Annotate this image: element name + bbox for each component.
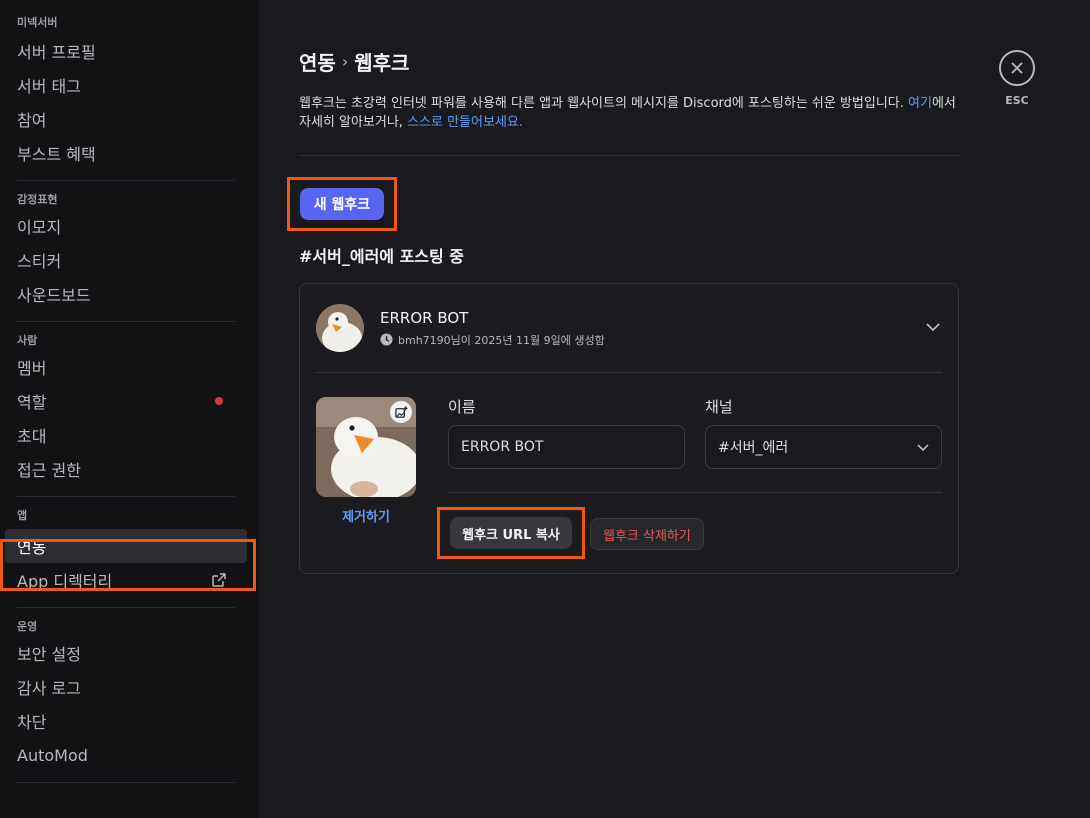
delete-webhook-button[interactable]: 웹후크 삭제하기: [590, 518, 704, 550]
sidebar-item-stickers[interactable]: 스티커: [5, 243, 247, 277]
highlight-box: 웹후크 URL 복사: [437, 507, 585, 559]
sidebar-item-label: 사운드보드: [17, 286, 91, 305]
chevron-down-icon[interactable]: [924, 318, 942, 336]
name-label: 이름: [448, 398, 476, 416]
sidebar-item-label: 감사 로그: [17, 679, 81, 698]
close-icon: [1011, 62, 1023, 74]
sidebar-item-label: 서버 프로필: [17, 43, 96, 62]
webhook-created-meta: bmh7190님이 2025년 11월 9일에 생성함: [398, 333, 605, 347]
new-webhook-button[interactable]: 새 웹후크: [299, 188, 385, 220]
sidebar-item-server-profile[interactable]: 서버 프로필: [5, 34, 247, 68]
page-title: 연동 › 웹후크: [299, 46, 959, 76]
section-header-apps: 앱: [17, 509, 28, 522]
close-settings[interactable]: ESC: [999, 50, 1035, 107]
esc-label: ESC: [1005, 94, 1029, 107]
webhook-image-upload[interactable]: [316, 397, 416, 497]
sidebar-item-bans[interactable]: 차단: [5, 704, 247, 738]
webhook-card-header[interactable]: ERROR BOT bmh7190님이 2025년 11월 9일에 생성함: [316, 304, 942, 352]
learn-more-link[interactable]: 여기: [908, 96, 932, 111]
sidebar-item-app-directory[interactable]: App 디렉터리: [5, 563, 247, 597]
breadcrumb-parent[interactable]: 연동: [299, 47, 336, 76]
goose-image: [316, 304, 364, 352]
channel-label: 채널: [705, 398, 733, 416]
sidebar-item-roles[interactable]: 역할: [5, 384, 247, 418]
channel-select[interactable]: #서버_에러: [705, 425, 942, 469]
webhook-name-value: ERROR BOT: [461, 439, 544, 455]
webhook-name-input[interactable]: ERROR BOT: [448, 425, 685, 469]
section-header-expressions: 감정표현: [17, 193, 58, 206]
build-your-own-link[interactable]: 스스로 만들어보세요.: [407, 115, 523, 130]
page-description: 웹후크는 초강력 인터넷 파워를 사용해 다른 앱과 웹사이트의 메시지를 Di…: [299, 94, 959, 132]
sidebar-item-invites[interactable]: 초대: [5, 418, 247, 452]
close-button[interactable]: [999, 50, 1035, 86]
chevron-down-icon: [917, 444, 929, 452]
settings-sidebar: 미넥서버 서버 프로필 서버 태그 참여 부스트 혜택 감정표현 이모지 스티커…: [0, 0, 259, 818]
sidebar-item-label: AutoMod: [17, 745, 88, 765]
sidebar-item-members[interactable]: 멤버: [5, 350, 247, 384]
sidebar-item-label: App 디렉터리: [17, 572, 113, 591]
copy-webhook-url-button[interactable]: 웹후크 URL 복사: [450, 517, 572, 549]
posting-channel-label: #서버_에러에 포스팅 중: [299, 247, 465, 266]
external-link-icon: [212, 573, 226, 587]
main-content: 연동 › 웹후크 웹후크는 초강력 인터넷 파워를 사용해 다른 앱과 웹사이트…: [259, 0, 1090, 818]
section-header-moderation: 운영: [17, 620, 38, 633]
sidebar-item-soundboard[interactable]: 사운드보드: [5, 277, 247, 311]
sidebar-item-server-tag[interactable]: 서버 태그: [5, 68, 247, 102]
channel-select-value: #서버_에러: [718, 440, 789, 456]
sidebar-item-boost-perks[interactable]: 부스트 혜택: [5, 136, 247, 170]
sidebar-item-label: 차단: [17, 713, 47, 732]
sidebar-item-label: 스티커: [17, 252, 62, 271]
clock-icon: [380, 333, 393, 346]
sidebar-item-automod[interactable]: AutoMod: [5, 738, 247, 772]
webhook-avatar: [316, 304, 364, 352]
card-divider: [448, 492, 942, 493]
image-upload-icon[interactable]: [390, 401, 412, 423]
section-header-people: 사람: [17, 334, 38, 347]
card-divider: [316, 372, 942, 373]
highlight-box: 새 웹후크: [287, 177, 397, 231]
webhook-name: ERROR BOT: [380, 308, 469, 327]
sidebar-item-label: 역할: [17, 393, 47, 412]
sidebar-item-label: 부스트 혜택: [17, 145, 96, 164]
sidebar-item-label: 연동: [17, 538, 47, 557]
remove-image-link[interactable]: 제거하기: [316, 506, 416, 525]
notification-dot: [215, 397, 223, 405]
chevron-right-icon: ›: [341, 51, 349, 71]
sidebar-divider: [17, 782, 235, 783]
sidebar-item-label: 초대: [17, 427, 47, 446]
settings-window: 미넥서버 서버 프로필 서버 태그 참여 부스트 혜택 감정표현 이모지 스티커…: [0, 0, 1090, 818]
sidebar-item-safety-setup[interactable]: 보안 설정: [5, 636, 247, 670]
sidebar-item-label: 참여: [17, 111, 47, 130]
section-header-server: 미넥서버: [17, 16, 58, 29]
sidebar-item-access[interactable]: 접근 권한: [5, 452, 247, 486]
sidebar-item-label: 접근 권한: [17, 461, 81, 480]
webhook-card: ERROR BOT bmh7190님이 2025년 11월 9일에 생성함 제거…: [299, 283, 959, 574]
sidebar-item-engagement[interactable]: 참여: [5, 102, 247, 136]
sidebar-item-label: 멤버: [17, 359, 47, 378]
sidebar-item-integrations[interactable]: 연동: [5, 529, 247, 563]
breadcrumb-current: 웹후크: [354, 50, 410, 75]
sidebar-item-label: 이모지: [17, 218, 62, 237]
sidebar-item-label: 보안 설정: [17, 645, 81, 664]
sidebar-item-audit-log[interactable]: 감사 로그: [5, 670, 247, 704]
sidebar-item-label: 서버 태그: [17, 77, 81, 96]
description-text: 웹후크는 초강력 인터넷 파워를 사용해 다른 앱과 웹사이트의 메시지를 Di…: [299, 96, 909, 111]
sidebar-item-emoji[interactable]: 이모지: [5, 209, 247, 243]
section-divider: [299, 155, 959, 156]
